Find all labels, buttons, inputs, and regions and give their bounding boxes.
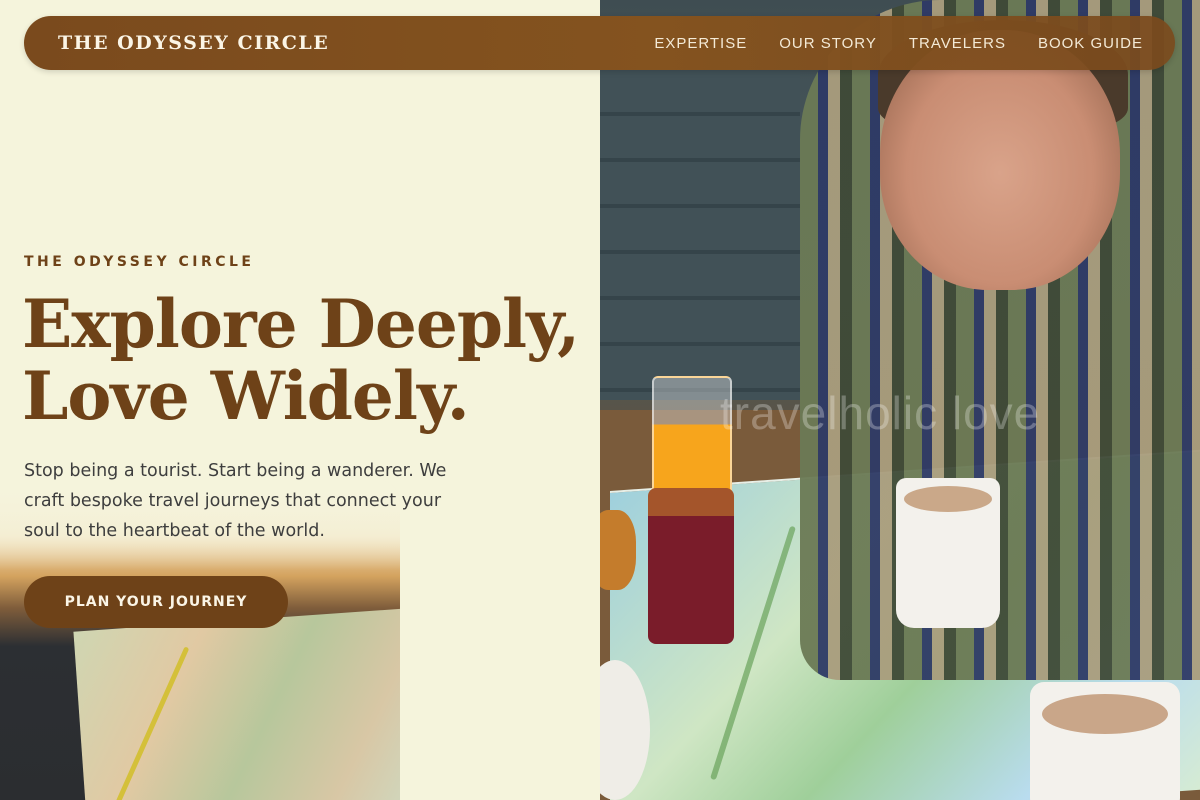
hero-subtext: Stop being a tourist. Start being a wand… bbox=[24, 461, 447, 541]
photo-watermark: travelholic love bbox=[720, 387, 1041, 439]
headline-line-1: Explore Deeply, bbox=[22, 285, 580, 363]
nav-link-travelers[interactable]: TRAVELERS bbox=[909, 35, 1006, 52]
main-nav: EXPERTISE OUR STORY TRAVELERS BOOK GUIDE bbox=[654, 35, 1143, 52]
brand-logo[interactable]: THE ODYSSEY CIRCLE bbox=[58, 32, 329, 54]
navbar: THE ODYSSEY CIRCLE EXPERTISE OUR STORY T… bbox=[24, 16, 1175, 70]
hero-eyebrow: THE ODYSSEY CIRCLE bbox=[24, 254, 255, 270]
plan-your-journey-button[interactable]: PLAN YOUR JOURNEY bbox=[24, 576, 288, 628]
hero-headline: Explore Deeply, Love Widely. bbox=[22, 285, 580, 435]
nav-link-book-guide[interactable]: BOOK GUIDE bbox=[1038, 35, 1143, 52]
headline-line-2: Love Widely. bbox=[22, 357, 470, 435]
nav-link-our-story[interactable]: OUR STORY bbox=[779, 35, 877, 52]
nav-link-expertise[interactable]: EXPERTISE bbox=[654, 35, 747, 52]
